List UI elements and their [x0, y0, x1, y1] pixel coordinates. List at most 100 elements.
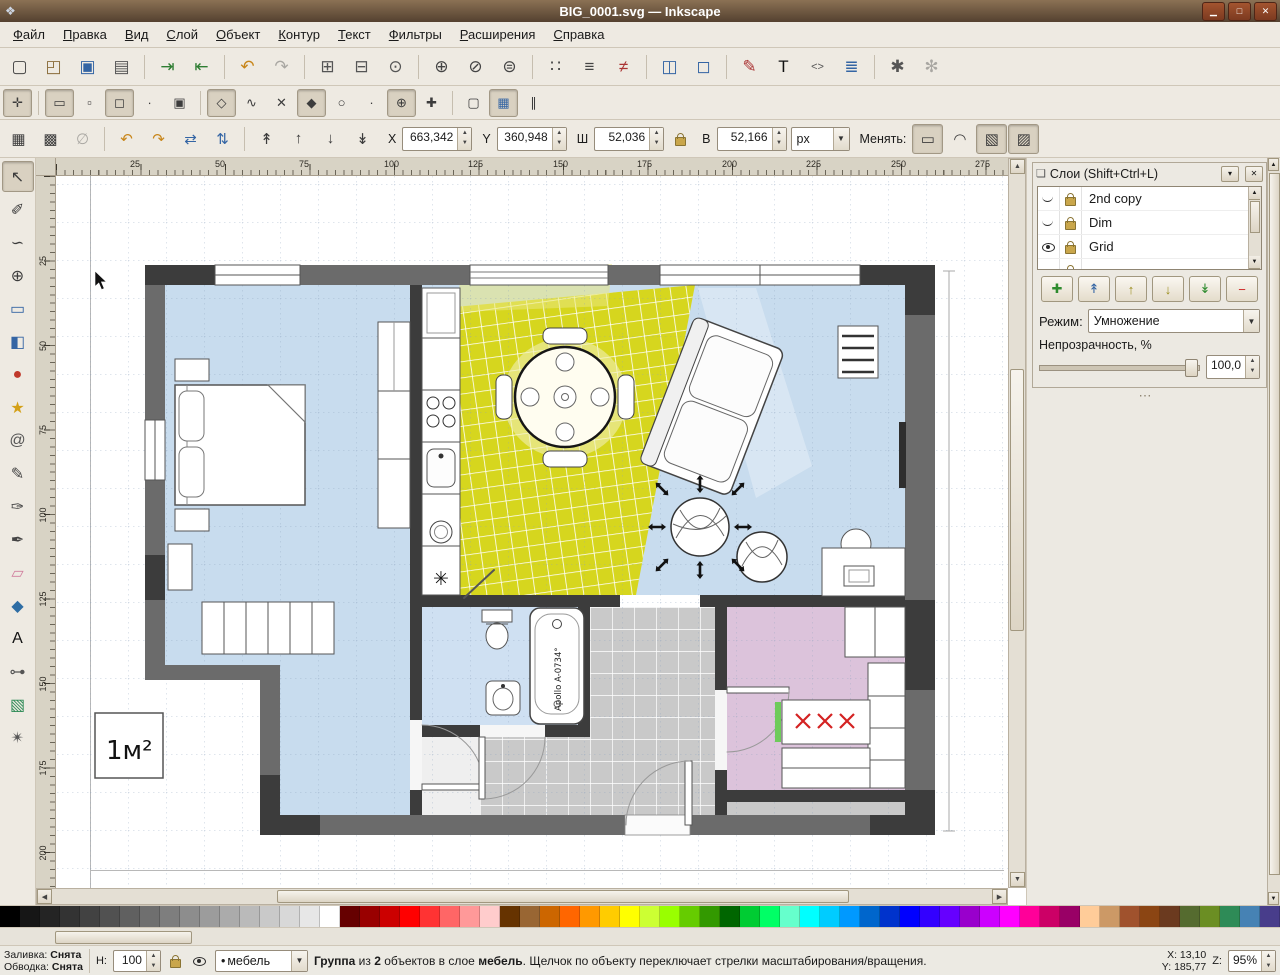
palette-swatch[interactable] [220, 906, 240, 927]
palette-swatch[interactable] [1000, 906, 1020, 927]
palette-swatch[interactable] [900, 906, 920, 927]
palette-swatch[interactable] [580, 906, 600, 927]
palette-swatch[interactable] [1160, 906, 1180, 927]
layer-visibility-toggle[interactable] [1038, 187, 1060, 210]
zoom-spinbox[interactable]: 95% ▲ ▼ [1227, 949, 1276, 972]
plant-selected[interactable] [670, 497, 730, 557]
width-spin-steppers[interactable]: ▲ ▼ [649, 127, 664, 150]
snap-grid-toggle[interactable]: ▦ [489, 88, 518, 117]
lower-layer-button[interactable]: ↓ [1152, 276, 1184, 302]
text-tool[interactable]: A [2, 623, 34, 654]
fill-stroke-indicator[interactable]: Заливка: Снята Обводка: Снята [4, 949, 83, 973]
palette-scrollbar[interactable] [0, 927, 1280, 945]
snap-bbox-edges-toggle[interactable]: ▫ [75, 89, 104, 117]
opacity-statusbar-spinbox[interactable]: 100 ▲ ▼ [112, 949, 161, 972]
lower-layer-to-bottom-button[interactable]: ↡ [1189, 276, 1221, 302]
drawing-viewport[interactable]: ✳ Apollo A-0734° 1м² [56, 176, 1008, 888]
scroll-thumb[interactable] [1269, 173, 1280, 875]
layer-visibility-statusbar-toggle[interactable] [191, 951, 209, 971]
palette-swatch[interactable] [100, 906, 120, 927]
palette-swatch[interactable] [1140, 906, 1160, 927]
palette-swatch[interactable] [280, 906, 300, 927]
opacity-spinbox[interactable]: 100,0 ▲ ▼ [1205, 355, 1260, 379]
palette-swatch[interactable] [860, 906, 880, 927]
spiral-tool[interactable]: @ [2, 425, 34, 456]
pencil-tool[interactable]: ✎ [2, 458, 34, 489]
unlink-clone-button[interactable]: ≠ [607, 51, 640, 83]
sink[interactable] [485, 680, 521, 716]
palette-swatch[interactable] [700, 906, 720, 927]
snap-object-centers-toggle[interactable]: ⊕ [387, 88, 416, 117]
xml-editor-button[interactable]: <> [801, 51, 834, 83]
affect-gradients-toggle[interactable]: ▧ [976, 123, 1008, 154]
eraser-tool[interactable]: ▱ [2, 557, 34, 588]
group-objects-button[interactable]: ◫ [653, 51, 686, 83]
palette-swatch[interactable] [360, 906, 380, 927]
y-spinbox[interactable]: 360,948 ▲ ▼ [496, 126, 567, 151]
paint-bucket-tool[interactable]: ◆ [2, 590, 34, 621]
menu-text[interactable]: Текст [329, 23, 380, 46]
calligraphy-tool[interactable]: ✒ [2, 524, 34, 555]
palette-swatch[interactable] [420, 906, 440, 927]
scroll-left-icon[interactable]: ◀ [37, 889, 52, 904]
palette-swatch[interactable] [120, 906, 140, 927]
palette-swatch[interactable] [1020, 906, 1040, 927]
layer-visibility-toggle[interactable] [1038, 235, 1060, 258]
palette-swatch[interactable] [660, 906, 680, 927]
zoom-drawing-button[interactable]: ⊘ [459, 51, 492, 83]
layer-row[interactable]: Dim [1038, 211, 1261, 235]
palette-swatch[interactable] [200, 906, 220, 927]
flip-horizontal-button[interactable]: ⇄ [175, 124, 206, 154]
snap-guides-toggle[interactable]: ∥ [519, 89, 548, 117]
palette-swatch[interactable] [880, 906, 900, 927]
palette-swatch[interactable] [0, 906, 20, 927]
palette-swatch[interactable] [640, 906, 660, 927]
palette-swatch[interactable] [20, 906, 40, 927]
export-bitmap-button[interactable]: ⇤ [185, 51, 218, 83]
layer-lock-toggle[interactable] [1060, 259, 1082, 269]
palette-swatch[interactable] [540, 906, 560, 927]
palette-swatch[interactable] [780, 906, 800, 927]
snap-bbox-corners-toggle[interactable]: ◻ [105, 88, 134, 117]
palette-swatch[interactable] [620, 906, 640, 927]
scroll-up-icon[interactable]: ▲ [1268, 158, 1279, 171]
flip-vertical-button[interactable]: ⇅ [207, 124, 238, 154]
create-clone-button[interactable]: ≡ [573, 51, 606, 83]
box3d-tool[interactable]: ◧ [2, 326, 34, 357]
tweak-tool[interactable]: ∽ [2, 227, 34, 258]
palette-swatch[interactable] [1200, 906, 1220, 927]
palette-swatch[interactable] [340, 906, 360, 927]
palette-swatch[interactable] [160, 906, 180, 927]
connector-tool[interactable]: ⊶ [2, 656, 34, 687]
ellipse-tool[interactable]: ● [2, 359, 34, 390]
snap-bbox-edge-midpoints-toggle[interactable]: ∙ [135, 89, 164, 117]
snap-smooth-nodes-toggle[interactable]: ○ [327, 89, 356, 117]
paste-button[interactable]: ⊟ [345, 51, 378, 83]
import-bitmap-button[interactable]: ⇥ [151, 51, 184, 83]
tv[interactable] [899, 422, 906, 488]
affect-patterns-toggle[interactable]: ▨ [1008, 123, 1040, 154]
palette-swatch[interactable] [820, 906, 840, 927]
affect-rounded-corners-toggle[interactable]: ◠ [944, 124, 975, 154]
zoom-tool[interactable]: ⊕ [2, 260, 34, 291]
bathtub[interactable]: Apollo A-0734° [529, 607, 585, 725]
palette-swatch[interactable] [400, 906, 420, 927]
scroll-thumb[interactable] [1250, 201, 1260, 233]
new-layer-button[interactable]: ✚ [1041, 276, 1073, 302]
dock-scrollbar[interactable]: ▲ ▼ [1267, 158, 1280, 905]
canvas-horizontal-scrollbar[interactable]: ◀ ▶ [36, 888, 1008, 905]
palette-swatch[interactable] [1040, 906, 1060, 927]
horizontal-scroll-thumb[interactable] [277, 890, 849, 903]
affect-stroke-width-toggle[interactable]: ▭ [912, 123, 944, 154]
rotate-90-cw-button[interactable]: ↷ [143, 124, 174, 154]
node-tool[interactable]: ✐ [2, 194, 34, 225]
menu-object[interactable]: Объект [207, 23, 269, 46]
spin-steppers[interactable]: ▲ ▼ [145, 950, 160, 971]
selector-tool[interactable]: ↖ [1, 161, 34, 192]
opacity-spin-steppers[interactable]: ▲ ▼ [1245, 356, 1259, 378]
palette-swatch[interactable] [840, 906, 860, 927]
menu-view[interactable]: Вид [116, 23, 158, 46]
palette-swatch[interactable] [920, 906, 940, 927]
raise-button[interactable]: ↑ [283, 124, 314, 154]
layers-dialog-header[interactable]: ❏ Слои (Shift+Ctrl+L) ▾ ✕ [1033, 163, 1266, 184]
